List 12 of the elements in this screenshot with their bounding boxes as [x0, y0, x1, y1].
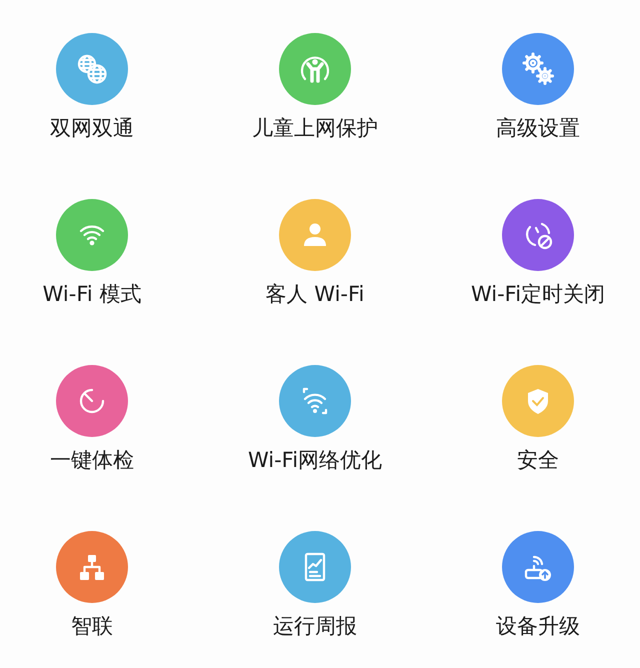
feature-button[interactable]: 智联: [56, 531, 128, 639]
feature-button[interactable]: 设备升级: [496, 531, 580, 639]
feature-button[interactable]: 一键体检: [50, 365, 134, 473]
feature-button[interactable]: Wi-Fi定时关闭: [470, 199, 606, 307]
feature-button[interactable]: 双网双通: [50, 33, 134, 141]
feature-button[interactable]: 客人 Wi-Fi: [266, 199, 364, 307]
feature-button[interactable]: 安全: [502, 365, 574, 473]
feature-button[interactable]: 高级设置: [496, 33, 580, 141]
feature-button[interactable]: Wi-Fi 模式: [42, 199, 142, 307]
feature-button[interactable]: 运行周报: [273, 531, 357, 639]
feature-button[interactable]: 儿童上网保护: [252, 33, 378, 141]
feature-button[interactable]: Wi-Fi网络优化: [248, 365, 382, 473]
